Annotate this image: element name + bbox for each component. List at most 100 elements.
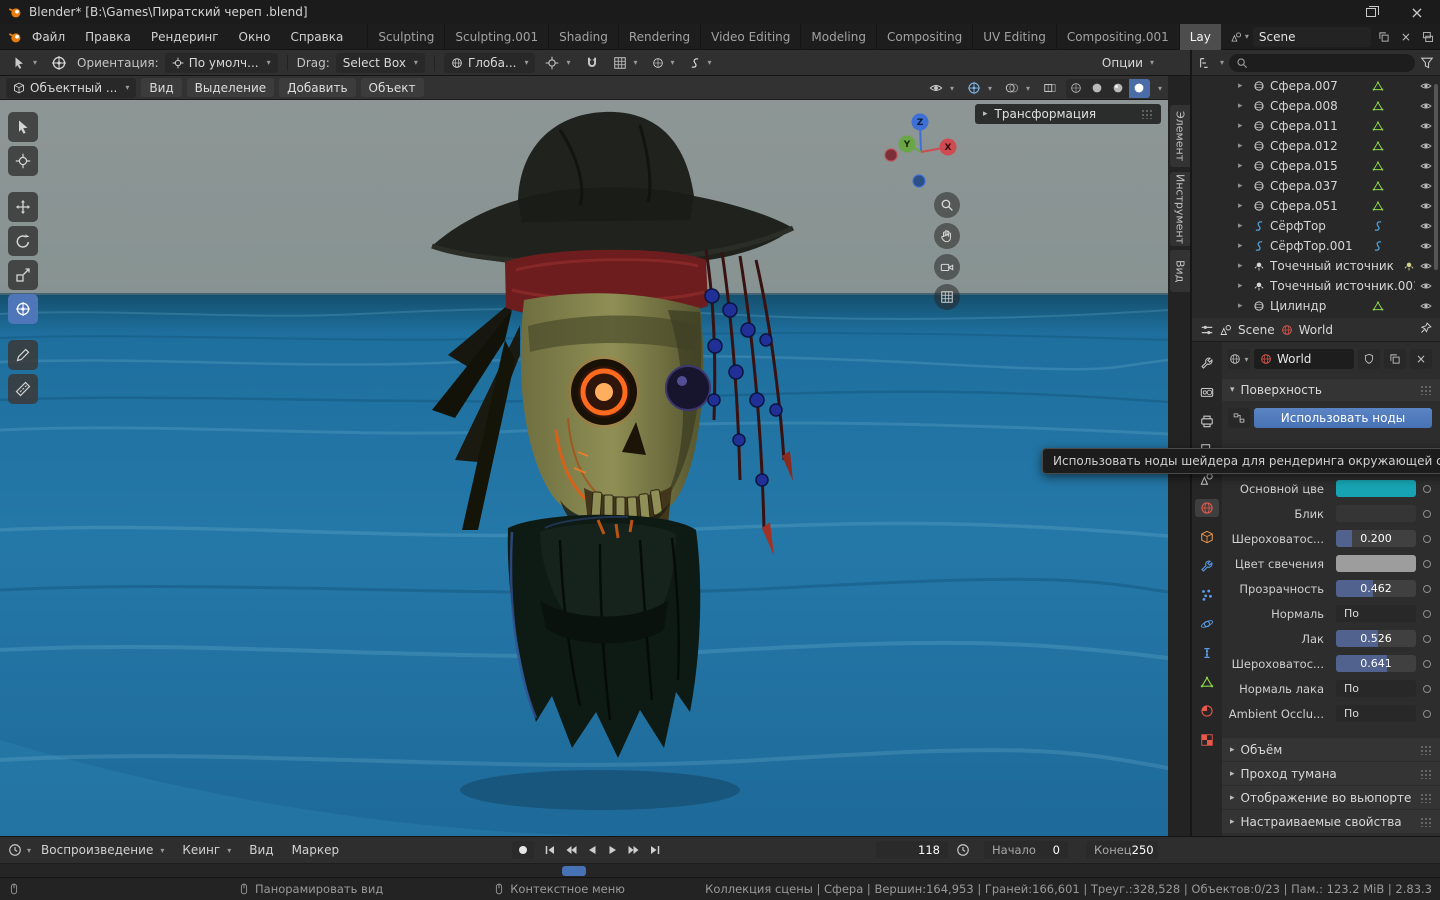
outliner-row[interactable]: ▸ Сфера.007 [1192, 76, 1440, 96]
outliner-scrollbar[interactable] [1434, 84, 1438, 270]
gizmos-toggle[interactable]: ▾ [963, 78, 996, 98]
base-color-swatch[interactable] [1336, 480, 1416, 497]
surface-section-header[interactable]: ▾ Поверхность [1222, 379, 1440, 401]
workspace-tab-modeling[interactable]: Modeling [800, 23, 876, 50]
tool-scale[interactable] [8, 260, 38, 290]
falloff-dropdown[interactable]: ▾ [685, 53, 716, 73]
menu-help[interactable]: Справка [280, 24, 353, 50]
shading-solid-button[interactable] [1087, 79, 1108, 98]
ortho-toggle-button[interactable] [934, 284, 960, 310]
tool-move[interactable] [8, 192, 38, 222]
viewport-menu-view[interactable]: Вид [141, 78, 182, 97]
outliner-editor-icon[interactable] [1198, 56, 1212, 70]
properties-editor-icon[interactable] [1200, 323, 1214, 337]
tool-cursor[interactable] [8, 146, 38, 176]
use-nodes-button[interactable]: Использовать ноды [1254, 408, 1432, 428]
next-keyframe-button[interactable] [624, 841, 644, 859]
light-data-icon[interactable] [1403, 260, 1415, 272]
tool-annotate[interactable] [8, 340, 38, 370]
prev-keyframe-button[interactable] [561, 841, 581, 859]
animate-dot[interactable] [1423, 534, 1431, 543]
active-tool-dropdown[interactable]: ▾ [8, 53, 41, 73]
outliner-row[interactable]: ▸ Сфера.051 [1192, 196, 1440, 216]
mesh-data-icon[interactable] [1372, 120, 1384, 132]
editor-type-dropdown[interactable]: ▾ [1220, 58, 1224, 67]
eye-icon[interactable] [1420, 100, 1432, 112]
animate-dot[interactable] [1423, 709, 1431, 718]
sidebar-tab-tool[interactable]: Инструмент [1170, 172, 1190, 246]
tab-tool[interactable] [1195, 354, 1219, 372]
tool-transform[interactable] [8, 294, 38, 324]
animate-dot[interactable] [1423, 484, 1431, 493]
proportional-edit-dropdown[interactable]: ▾ [648, 53, 679, 73]
tab-physics[interactable] [1195, 615, 1219, 633]
eye-icon[interactable] [1420, 140, 1432, 152]
outliner-row[interactable]: ▸ Точечный источник [1192, 256, 1440, 276]
eye-icon[interactable] [1420, 200, 1432, 212]
breadcrumb-world[interactable]: World [1299, 323, 1333, 337]
sidebar-tab-item[interactable]: Элемент [1170, 105, 1190, 167]
mesh-data-icon[interactable] [1372, 140, 1384, 152]
ambient-occlusion-dropdown[interactable]: По умолчан... [1336, 705, 1416, 722]
snap-toggle[interactable] [581, 53, 603, 73]
outliner-row[interactable]: ▸ Точечный источник.001 [1192, 276, 1440, 296]
scene-name-field[interactable]: Scene [1252, 26, 1371, 47]
use-preview-range-toggle[interactable] [956, 842, 970, 857]
mode-dropdown[interactable]: Объектный ... ▾ [6, 77, 137, 98]
eye-icon[interactable] [1420, 180, 1432, 192]
animate-dot[interactable] [1423, 584, 1431, 593]
emission-color-swatch[interactable] [1336, 555, 1416, 572]
animate-dot[interactable] [1423, 559, 1431, 568]
scene-browse-button[interactable]: ▾ [1231, 27, 1249, 47]
eye-icon[interactable] [1420, 240, 1432, 252]
workspace-tab-sculpting[interactable]: Sculpting [367, 23, 444, 50]
viewport-canvas[interactable]: Z Y X [0, 100, 1168, 836]
animate-dot[interactable] [1423, 634, 1431, 643]
section-custom-properties[interactable]: ▸ Настраиваемые свойства [1222, 810, 1440, 833]
tab-render[interactable] [1195, 383, 1219, 401]
tab-constraints[interactable] [1195, 644, 1219, 662]
world-name-field[interactable]: World [1254, 349, 1354, 369]
eye-icon[interactable] [1420, 300, 1432, 312]
timeline-editor-icon[interactable] [8, 843, 22, 857]
overlays-dropdown[interactable]: ▾ [1001, 78, 1034, 98]
unlink-world-button[interactable]: × [1410, 349, 1432, 369]
menu-file[interactable]: Файл [22, 24, 75, 50]
mesh-data-icon[interactable] [1372, 300, 1384, 312]
axis-neg-z[interactable] [912, 174, 926, 188]
outliner-row[interactable]: ▸ Сфера.008 [1192, 96, 1440, 116]
view-layer-browse-button[interactable] [1419, 27, 1437, 47]
playhead[interactable] [562, 866, 586, 876]
normal-dropdown[interactable]: По умолчан... [1336, 605, 1416, 622]
roughness-slider[interactable]: 0.200 [1336, 530, 1416, 547]
mesh-data-icon[interactable] [1372, 200, 1384, 212]
scene-new-button[interactable] [1375, 27, 1393, 47]
eye-icon[interactable] [1420, 120, 1432, 132]
frame-start-field[interactable]: Начало 0 [984, 841, 1068, 859]
section-volume[interactable]: ▸ Объём [1222, 738, 1440, 761]
animate-dot[interactable] [1423, 609, 1431, 618]
fake-user-button[interactable] [1358, 349, 1380, 369]
mesh-data-icon[interactable] [1372, 180, 1384, 192]
tool-select-box[interactable] [8, 112, 38, 142]
menu-keying[interactable]: Кеинг ▾ [174, 843, 239, 857]
workspace-tab-compositing-001[interactable]: Compositing.001 [1055, 23, 1179, 50]
axis-neg-x[interactable] [884, 148, 898, 162]
animate-dot[interactable] [1423, 659, 1431, 668]
outliner-row[interactable]: ▸ СёрфТор.001 [1192, 236, 1440, 256]
outliner-row[interactable]: ▸ Сфера.011 [1192, 116, 1440, 136]
pivot-point-dropdown[interactable]: ▾ [541, 53, 574, 73]
shading-dropdown[interactable]: ▾ [1158, 84, 1162, 93]
close-button[interactable]: × [1394, 0, 1440, 24]
transform-orientation-dropdown[interactable]: Глоба... ▾ [443, 52, 536, 73]
tab-object[interactable] [1195, 528, 1219, 546]
specular-slider[interactable] [1336, 505, 1416, 522]
workspace-tab-sculpting-001[interactable]: Sculpting.001 [444, 23, 548, 50]
orientation-dropdown[interactable]: По умолч... ▾ [164, 52, 278, 73]
section-drag-grip[interactable] [1420, 385, 1432, 395]
play-button[interactable] [603, 841, 623, 859]
mesh-data-icon[interactable] [1372, 100, 1384, 112]
outliner-row[interactable]: ▸ Сфера.012 [1192, 136, 1440, 156]
workspace-tab-video-editing[interactable]: Video Editing [700, 23, 800, 50]
clearcoat-roughness-slider[interactable]: 0.641 [1336, 655, 1416, 672]
